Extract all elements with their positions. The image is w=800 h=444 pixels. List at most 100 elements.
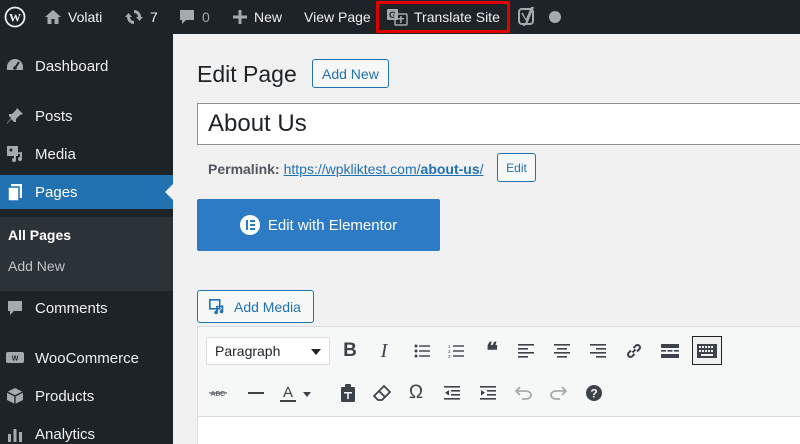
strikethrough-button[interactable]: ABC: [204, 379, 232, 407]
admin-sidebar: Dashboard Posts Media Pages All Pages Ad…: [0, 34, 173, 444]
sidebar-item-dashboard[interactable]: Dashboard: [0, 49, 173, 83]
main-content: Edit Page Add New About Us Permalink: ht…: [173, 34, 800, 444]
permalink-edit-button[interactable]: Edit: [497, 153, 536, 182]
svg-text:ABC: ABC: [211, 391, 225, 398]
updates-link[interactable]: 7: [124, 0, 158, 34]
media-icon: [7, 146, 22, 162]
undo-icon: [515, 386, 532, 400]
sidebar-item-pages[interactable]: Pages: [0, 175, 173, 209]
elementor-button-label: Edit with Elementor: [267, 216, 398, 234]
permalink-row: Permalink: https://wpkliktest.com/about-…: [208, 161, 484, 177]
sidebar-item-media[interactable]: Media: [0, 137, 173, 171]
seo-status-dot[interactable]: [548, 0, 562, 34]
woocommerce-icon: W: [6, 352, 24, 363]
new-content-link[interactable]: New: [232, 0, 282, 34]
undo-button[interactable]: [510, 379, 538, 407]
keyboard-shortcuts-button[interactable]: ?: [580, 379, 608, 407]
view-page-label: View Page: [304, 9, 371, 25]
link-icon: [627, 344, 641, 358]
sidebar-item-comments[interactable]: Comments: [0, 291, 173, 325]
keyboard-icon: [697, 343, 717, 358]
yoast-seo-link[interactable]: [517, 0, 537, 34]
clipboard-icon: [341, 384, 355, 402]
add-media-button[interactable]: Add Media: [197, 290, 314, 323]
sidebar-item-posts[interactable]: Posts: [0, 99, 173, 133]
sidebar-item-woocommerce[interactable]: W WooCommerce: [0, 341, 173, 375]
elementor-icon: [239, 215, 260, 235]
numbered-list-button[interactable]: 123: [442, 337, 470, 365]
insert-link-button[interactable]: [620, 337, 648, 365]
bar-chart-icon: [8, 429, 22, 442]
help-icon: ?: [586, 385, 602, 401]
site-name: Volati: [68, 9, 103, 25]
special-character-button[interactable]: Ω: [402, 379, 430, 407]
bold-button[interactable]: B: [336, 337, 364, 365]
permalink-base: https://wpkliktest.com/: [283, 161, 421, 177]
sidebar-label-analytics: Analytics: [35, 425, 96, 443]
edit-with-elementor-button[interactable]: Edit with Elementor: [197, 199, 440, 251]
classic-editor: Paragraph B I 123 ❝ ABC A Ω ?: [197, 326, 800, 444]
align-right-button[interactable]: [584, 337, 612, 365]
blockquote-button[interactable]: ❝: [478, 337, 506, 365]
view-page-link[interactable]: View Page: [304, 0, 371, 34]
align-right-icon: [590, 344, 606, 358]
read-more-button[interactable]: [656, 337, 684, 365]
submenu-all-pages[interactable]: All Pages: [8, 227, 71, 243]
read-more-icon: [661, 344, 679, 358]
bulleted-list-button[interactable]: [408, 337, 436, 365]
permalink-link[interactable]: https://wpkliktest.com/about-us/: [284, 161, 484, 177]
sidebar-label-pages: Pages: [35, 183, 78, 201]
redo-button[interactable]: [544, 379, 572, 407]
format-select[interactable]: Paragraph: [206, 337, 330, 365]
paste-as-text-button[interactable]: [334, 379, 362, 407]
wordpress-logo-icon[interactable]: W: [4, 0, 26, 34]
align-left-button[interactable]: [512, 337, 540, 365]
box-icon: [6, 388, 24, 404]
redo-icon: [550, 386, 567, 400]
text-color-icon: A: [280, 384, 311, 402]
plus-icon: [233, 10, 247, 24]
indent-button[interactable]: [474, 379, 502, 407]
clear-formatting-button[interactable]: [368, 379, 396, 407]
add-media-label: Add Media: [234, 298, 301, 315]
indent-icon: [480, 386, 496, 400]
yoast-icon: [518, 7, 534, 26]
comments-link[interactable]: 0: [178, 0, 210, 34]
comments-count: 0: [202, 9, 210, 25]
post-title-input[interactable]: About Us: [197, 103, 800, 145]
format-select-value: Paragraph: [215, 343, 281, 359]
sidebar-item-analytics[interactable]: Analytics: [0, 417, 173, 444]
chevron-down-icon: [311, 349, 321, 355]
svg-text:?: ?: [590, 387, 597, 401]
svg-text:A: A: [283, 384, 293, 401]
media-icon: [208, 298, 224, 314]
align-center-icon: [554, 344, 570, 358]
current-menu-arrow: [165, 184, 173, 200]
text-color-button[interactable]: A: [276, 379, 316, 407]
italic-button[interactable]: I: [370, 337, 398, 365]
updates-icon: [125, 10, 143, 24]
submenu-add-new[interactable]: Add New: [8, 258, 65, 274]
toolbar-toggle-button[interactable]: [692, 336, 722, 365]
home-icon: [45, 10, 61, 24]
permalink-end: /: [479, 161, 484, 177]
site-name-link[interactable]: Volati: [44, 0, 102, 34]
add-new-button[interactable]: Add New: [312, 59, 389, 88]
outdent-button[interactable]: [438, 379, 466, 407]
sidebar-label-woocommerce: WooCommerce: [35, 349, 139, 367]
eraser-icon: [373, 384, 391, 401]
pages-submenu: All Pages Add New: [0, 217, 173, 291]
sidebar-label-products: Products: [35, 387, 95, 405]
page-title: Edit Page: [197, 61, 297, 87]
sidebar-item-products[interactable]: Products: [0, 379, 173, 413]
horizontal-line-button[interactable]: [242, 379, 270, 407]
strikethrough-icon: ABC: [209, 391, 227, 398]
pages-icon: [7, 184, 22, 202]
align-center-button[interactable]: [548, 337, 576, 365]
permalink-label: Permalink:: [208, 161, 280, 177]
editor-content-area[interactable]: [198, 416, 800, 444]
comments-icon: [8, 301, 22, 315]
comment-bubble-icon: [180, 10, 194, 24]
svg-text:W: W: [9, 11, 21, 25]
bulleted-list-icon: [414, 344, 430, 358]
